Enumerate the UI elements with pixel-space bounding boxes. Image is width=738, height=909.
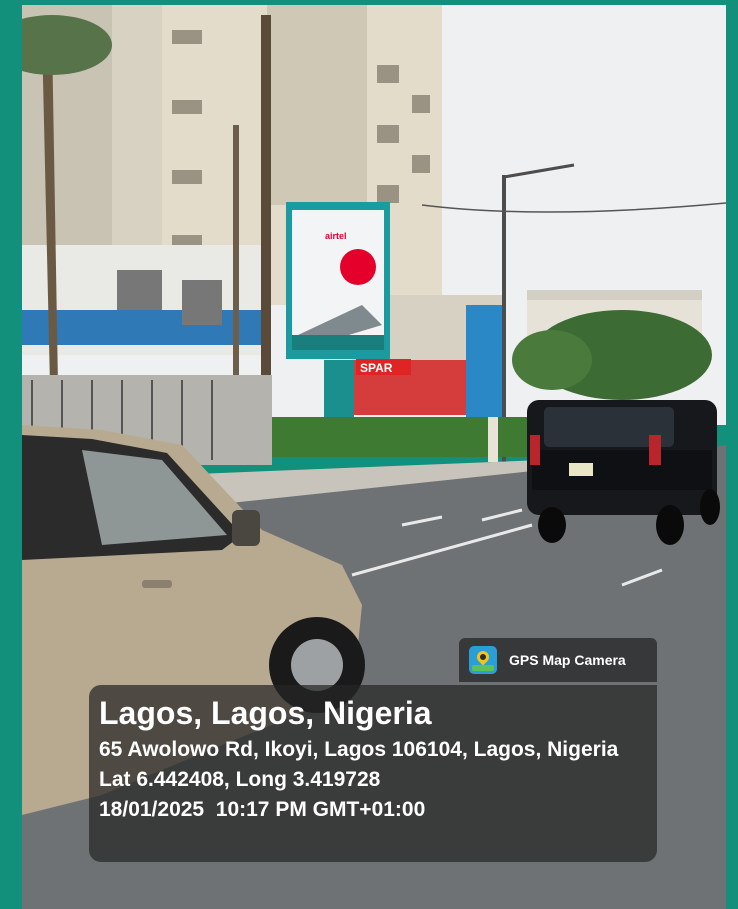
pin-shape xyxy=(474,648,492,666)
side-mirror xyxy=(232,510,260,546)
tall-building-column xyxy=(112,5,162,265)
airtel-logo: airtel xyxy=(325,231,347,241)
map-pin-icon xyxy=(469,646,497,674)
billboard-footer xyxy=(292,335,384,350)
billboard-pole xyxy=(324,360,354,420)
location-datetime: 18/01/2025 10:17 PM GMT+01:00 xyxy=(99,798,426,821)
map-ground xyxy=(472,665,494,671)
utility-pole xyxy=(233,125,239,405)
balconies xyxy=(267,5,367,205)
distant-building-roof xyxy=(527,290,702,300)
pylon-sign xyxy=(466,305,504,423)
location-title: Lagos, Lagos, Nigeria xyxy=(99,695,432,731)
app-name: GPS Map Camera xyxy=(509,652,626,668)
location-address: 65 Awolowo Rd, Ikoyi, Lagos 106104, Lago… xyxy=(99,738,619,761)
blue-facade xyxy=(22,310,262,345)
pedestrian xyxy=(488,417,498,462)
door-handle xyxy=(142,580,172,588)
vent-1 xyxy=(117,270,162,310)
billboard-red-badge xyxy=(340,249,376,285)
trees-left xyxy=(512,330,592,390)
location-coordinates: Lat 6.442408, Long 3.419728 xyxy=(99,768,381,791)
location-overlay: Lagos, Lagos, Nigeria 65 Awolowo Rd, Iko… xyxy=(89,685,657,862)
spar-sign: SPAR xyxy=(360,361,393,375)
app-watermark: GPS Map Camera xyxy=(459,638,657,682)
vent-2 xyxy=(182,280,222,325)
